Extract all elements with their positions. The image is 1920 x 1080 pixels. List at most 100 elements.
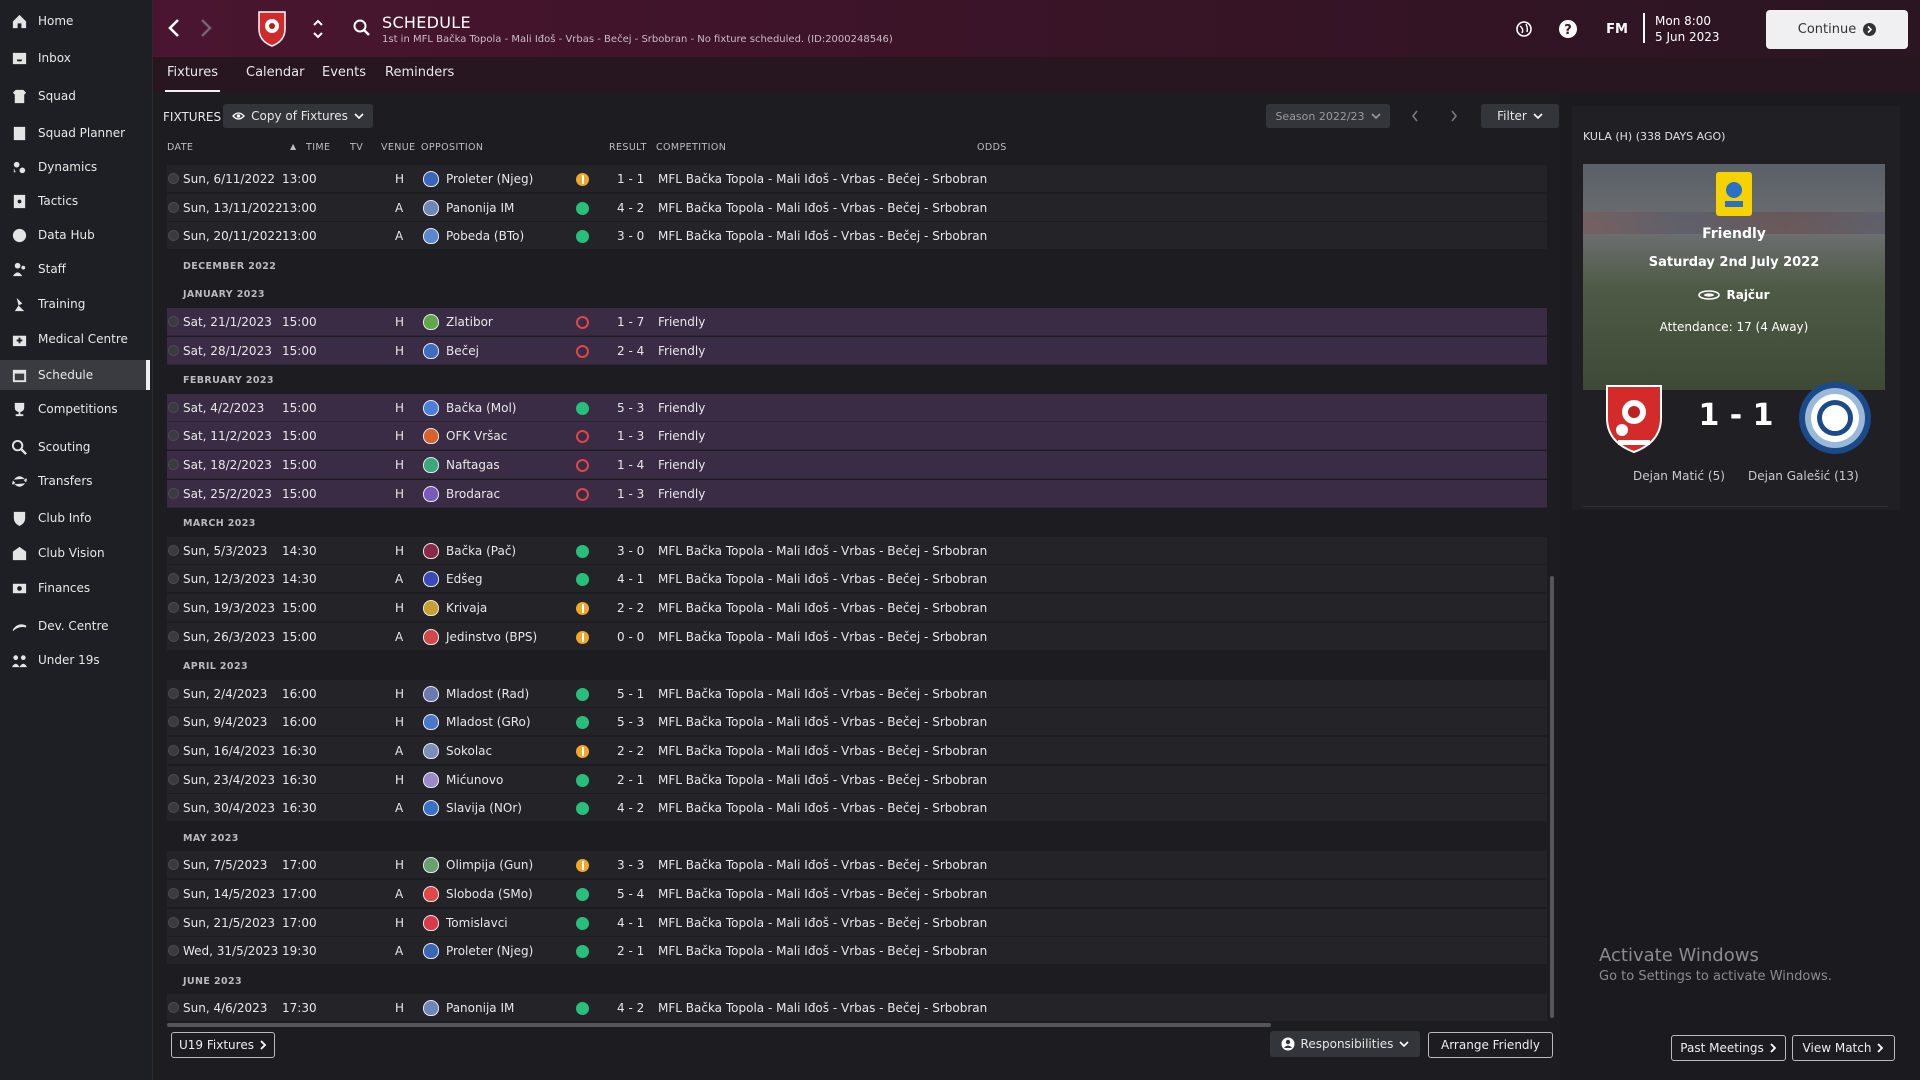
back-arrow-icon[interactable] <box>163 15 185 41</box>
fixture-competition[interactable]: Friendly <box>658 344 705 358</box>
sidebar-item-dev-centre[interactable]: Dev. Centre <box>0 611 150 641</box>
club-crest-icon[interactable] <box>257 9 287 47</box>
fixture-row[interactable]: Sun, 12/3/2023 14:30 A Edšeg 4 - 1 MFL Bačka … <box>167 565 1547 594</box>
fixture-row[interactable]: Sun, 13/11/2022 13:00 A Panonija IM 4 - 2 MFL… <box>167 193 1547 222</box>
row-select-checkbox[interactable] <box>168 630 179 642</box>
sidebar-item-data-hub[interactable]: Data Hub <box>0 220 150 250</box>
fixture-opposition[interactable]: Mladost (GRo) <box>446 715 531 729</box>
fixture-row[interactable]: Sun, 9/4/2023 16:00 H Mladost (GRo) 5 - 3 MFL… <box>167 708 1547 737</box>
fixture-competition[interactable]: MFL Bačka Topola - Mali Iđoš - Vrbas - B… <box>658 630 987 644</box>
row-select-checkbox[interactable] <box>168 859 179 871</box>
search-icon[interactable] <box>351 17 373 39</box>
row-select-checkbox[interactable] <box>168 201 179 213</box>
sidebar-item-inbox[interactable]: Inbox <box>0 43 150 73</box>
row-select-checkbox[interactable] <box>168 602 179 613</box>
col-competition[interactable]: COMPETITION <box>656 142 726 153</box>
col-opposition[interactable]: OPPOSITION <box>421 142 483 153</box>
horizontal-scrollbar[interactable] <box>167 1023 1271 1027</box>
row-select-checkbox[interactable] <box>168 1002 179 1014</box>
fixture-row[interactable]: Sat, 11/2/2023 15:00 H OFK Vršac 1 - 3 Friend… <box>167 422 1547 451</box>
fixture-row[interactable]: Sun, 26/3/2023 15:00 A Jedinstvo (BPS) 0 - 0… <box>167 622 1547 651</box>
tab-fixtures[interactable]: Fixtures <box>165 65 221 92</box>
fixture-opposition[interactable]: Proleter (Njeg) <box>446 172 533 186</box>
fixture-opposition[interactable]: Sokolac <box>446 744 492 758</box>
fixture-competition[interactable]: Friendly <box>658 487 705 501</box>
fixture-row[interactable]: Sun, 4/6/2023 17:30 H Panonija IM 4 - 2 MFL B… <box>167 994 1547 1023</box>
col-venue[interactable]: VENUE <box>381 142 416 153</box>
row-select-checkbox[interactable] <box>168 430 179 442</box>
fixture-competition[interactable]: MFL Bačka Topola - Mali Iđoš - Vrbas - B… <box>658 916 987 930</box>
filter-button[interactable]: Filter <box>1481 104 1559 128</box>
sidebar-item-medical-centre[interactable]: Medical Centre <box>0 324 150 354</box>
sidebar-item-finances[interactable]: Finances <box>0 573 150 603</box>
fixture-competition[interactable]: MFL Bačka Topola - Mali Iđoš - Vrbas - B… <box>658 172 987 186</box>
row-select-checkbox[interactable] <box>168 716 179 728</box>
sidebar-item-tactics[interactable]: Tactics <box>0 186 150 216</box>
fixture-opposition[interactable]: Proleter (Njeg) <box>446 944 533 958</box>
fixture-opposition[interactable]: Zlatibor <box>446 315 493 329</box>
fixture-competition[interactable]: MFL Bačka Topola - Mali Iđoš - Vrbas - B… <box>658 1001 987 1015</box>
fm-logo[interactable]: FM <box>1603 19 1631 39</box>
fixture-row[interactable]: Sat, 18/2/2023 15:00 H Naftagas 1 - 4 Friendl… <box>167 451 1547 479</box>
sidebar-item-schedule[interactable]: Schedule <box>0 360 150 390</box>
sort-asc-icon[interactable]: ▲ <box>290 142 297 151</box>
past-meetings-button[interactable]: Past Meetings <box>1671 1035 1786 1061</box>
fixture-opposition[interactable]: Jedinstvo (BPS) <box>446 630 537 644</box>
row-select-checkbox[interactable] <box>168 544 179 556</box>
view-match-button[interactable]: View Match <box>1792 1035 1895 1061</box>
row-select-checkbox[interactable] <box>168 401 179 413</box>
fixture-competition[interactable]: Friendly <box>658 401 705 415</box>
fixture-opposition[interactable]: Slavija (NOr) <box>446 801 522 815</box>
col-odds[interactable]: ODDS <box>977 142 1007 153</box>
sidebar-item-competitions[interactable]: Competitions <box>0 394 150 424</box>
forward-arrow-icon[interactable] <box>195 15 217 41</box>
row-select-checkbox[interactable] <box>168 802 179 814</box>
fixture-competition[interactable]: MFL Bačka Topola - Mali Iđoš - Vrbas - B… <box>658 773 987 787</box>
fixture-opposition[interactable]: Bečej <box>446 344 479 358</box>
season-next-button[interactable] <box>1438 104 1470 128</box>
fixture-row[interactable]: Sat, 4/2/2023 15:00 H Bačka (Mol) 5 - 3 Frien… <box>167 393 1547 422</box>
fixture-opposition[interactable]: Olimpija (Gun) <box>446 858 533 872</box>
fixture-competition[interactable]: MFL Bačka Topola - Mali Iđoš - Vrbas - B… <box>658 887 987 901</box>
row-select-checkbox[interactable] <box>168 173 179 184</box>
fixture-row[interactable]: Sun, 30/4/2023 16:30 A Slavija (NOr) 4 - 2 MF… <box>167 794 1547 823</box>
fixture-competition[interactable]: MFL Bačka Topola - Mali Iđoš - Vrbas - B… <box>658 229 987 243</box>
row-select-checkbox[interactable] <box>168 316 179 327</box>
row-select-checkbox[interactable] <box>168 888 179 899</box>
row-select-checkbox[interactable] <box>168 230 179 242</box>
sidebar-item-home[interactable]: Home <box>0 6 150 36</box>
row-select-checkbox[interactable] <box>168 573 179 585</box>
sidebar-item-staff[interactable]: Staff <box>0 254 150 284</box>
tab-reminders[interactable]: Reminders <box>385 65 454 90</box>
fixture-opposition[interactable]: Tomislavci <box>446 916 508 930</box>
season-select[interactable]: Season 2022/23 <box>1266 104 1390 128</box>
row-select-checkbox[interactable] <box>168 487 179 499</box>
fixture-row[interactable]: Sun, 7/5/2023 17:00 H Olimpija (Gun) 3 - 3 MF… <box>167 851 1547 880</box>
fixture-opposition[interactable]: Mićunovo <box>446 773 503 787</box>
fixture-row[interactable]: Sun, 20/11/2022 13:00 A Pobeda (BTo) 3 - 0 MF… <box>167 222 1547 251</box>
sidebar-item-under-19s[interactable]: Under 19s <box>0 645 150 675</box>
row-select-checkbox[interactable] <box>168 773 179 785</box>
fixture-row[interactable]: Sat, 25/2/2023 15:00 H Brodarac 1 - 3 Friendl… <box>167 479 1547 508</box>
fixture-opposition[interactable]: Panonija IM <box>446 1001 514 1015</box>
fixture-opposition[interactable]: Bačka (Mol) <box>446 401 516 415</box>
season-prev-button[interactable] <box>1399 104 1431 128</box>
fixture-opposition[interactable]: Edšeg <box>446 572 482 586</box>
fixture-row[interactable]: Sun, 14/5/2023 17:00 A Sloboda (SMo) 5 - 4 MF… <box>167 880 1547 908</box>
sidebar-item-scouting[interactable]: Scouting <box>0 432 150 462</box>
world-icon[interactable] <box>1513 18 1535 40</box>
fixture-opposition[interactable]: Naftagas <box>446 458 500 472</box>
fixture-opposition[interactable]: Krivaja <box>446 601 487 615</box>
sidebar-item-transfers[interactable]: Transfers <box>0 466 150 496</box>
u19-fixtures-button[interactable]: U19 Fixtures <box>171 1032 275 1058</box>
fixture-competition[interactable]: MFL Bačka Topola - Mali Iđoš - Vrbas - B… <box>658 944 987 958</box>
fixture-row[interactable]: Sun, 5/3/2023 14:30 H Bačka (Pač) 3 - 0 MFL B… <box>167 536 1547 565</box>
fixture-row[interactable]: Sun, 16/4/2023 16:30 A Sokolac 2 - 2 MFL Bačk… <box>167 737 1547 765</box>
sidebar-item-club-vision[interactable]: Club Vision <box>0 538 150 568</box>
sidebar-item-squad-planner[interactable]: Squad Planner <box>0 118 150 148</box>
row-select-checkbox[interactable] <box>168 945 179 957</box>
continue-button[interactable]: Continue <box>1766 10 1908 49</box>
row-select-checkbox[interactable] <box>168 344 179 356</box>
help-icon[interactable]: ? <box>1557 18 1579 40</box>
fixture-row[interactable]: Sat, 28/1/2023 15:00 H Bečej 2 - 4 Friendly <box>167 336 1547 365</box>
